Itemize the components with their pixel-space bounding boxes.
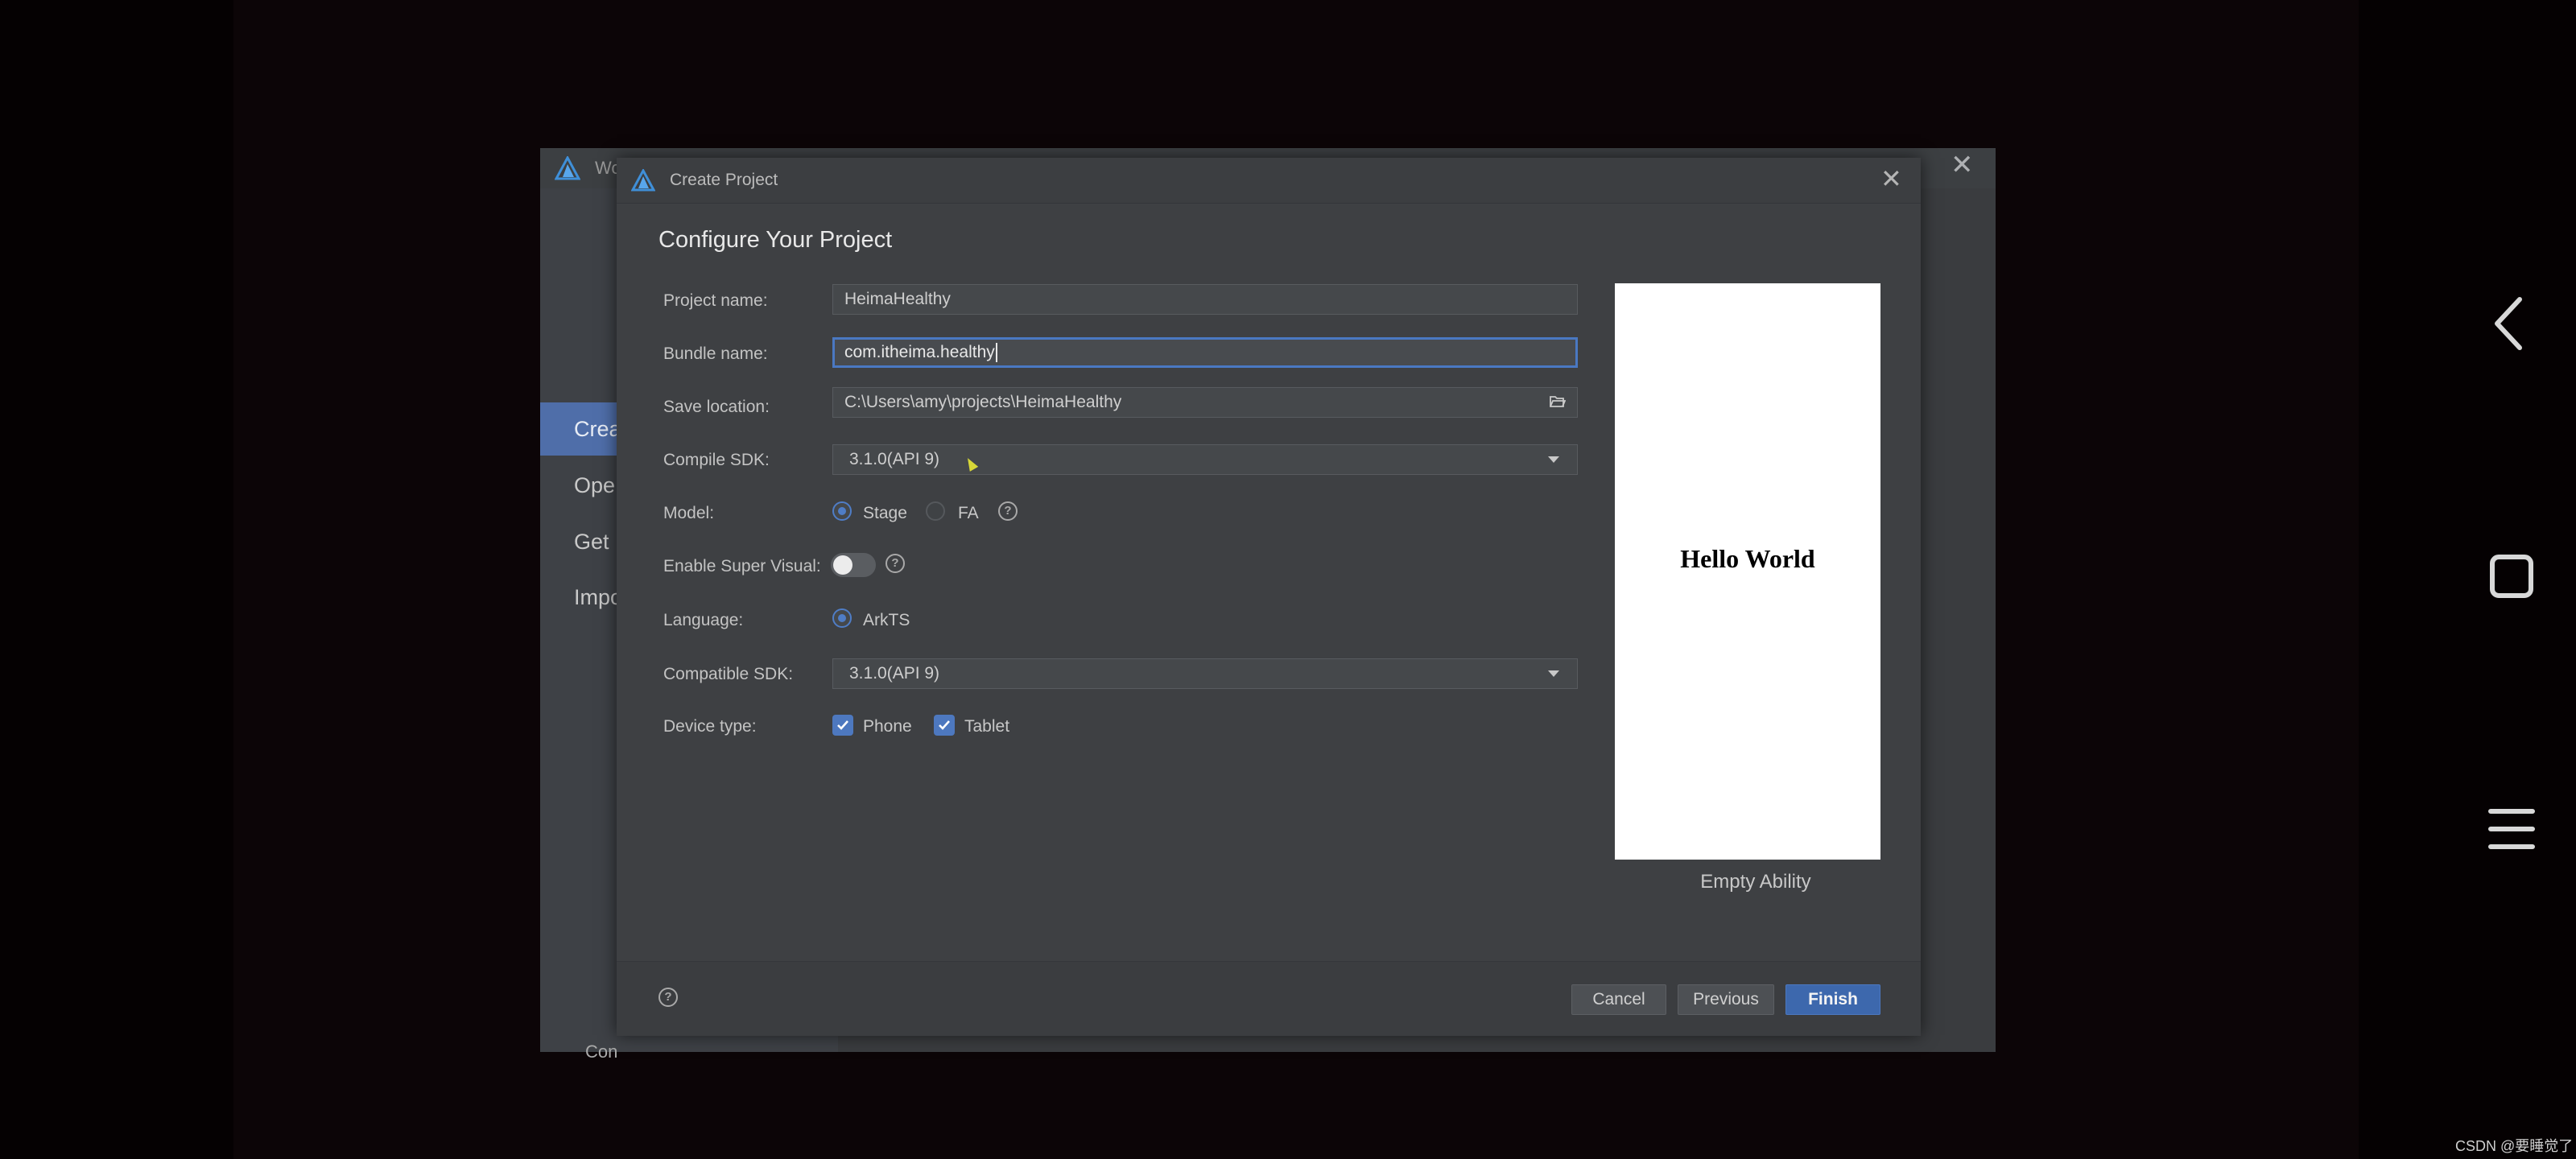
project-name-label: Project name:	[663, 291, 768, 310]
help-icon[interactable]: ?	[658, 988, 678, 1007]
model-option-stage: Stage	[863, 504, 907, 522]
bundle-name-value: com.itheima.healthy	[844, 343, 995, 361]
device-option-phone: Phone	[863, 717, 912, 736]
text-caret	[995, 343, 997, 363]
chevron-down-icon	[1548, 456, 1559, 463]
deveco-logo-icon	[555, 156, 580, 180]
checkmark-icon	[939, 720, 950, 730]
model-radio-stage[interactable]	[832, 501, 852, 521]
create-project-dialog: Create Project ✕ Configure Your Project …	[617, 158, 1921, 1036]
project-name-value: HeimaHealthy	[844, 290, 951, 308]
language-label: Language:	[663, 611, 744, 629]
template-preview: Hello World	[1615, 283, 1880, 860]
watermark: CSDN @要睡觉了	[2455, 1138, 2574, 1154]
save-location-value: C:\Users\amy\projects\HeimaHealthy	[844, 393, 1122, 411]
save-location-field[interactable]: C:\Users\amy\projects\HeimaHealthy	[832, 387, 1578, 418]
back-icon[interactable]	[2479, 291, 2544, 356]
compatible-sdk-value: 3.1.0(API 9)	[849, 664, 940, 683]
save-location-label: Save location:	[663, 398, 770, 416]
compatible-sdk-select[interactable]: 3.1.0(API 9)	[832, 658, 1578, 689]
folder-open-icon[interactable]	[1550, 394, 1566, 409]
welcome-close-icon[interactable]: ✕	[1951, 151, 1974, 179]
compile-sdk-label: Compile SDK:	[663, 451, 770, 469]
dialog-titlebar: Create Project ✕	[617, 158, 1921, 204]
cancel-button[interactable]: Cancel	[1571, 984, 1666, 1015]
dialog-footer: ? Cancel Previous Finish	[617, 961, 1921, 1036]
super-visual-toggle[interactable]	[831, 553, 876, 577]
bundle-name-field[interactable]: com.itheima.healthy	[832, 337, 1578, 368]
compile-sdk-select[interactable]: 3.1.0(API 9)	[832, 444, 1578, 475]
device-type-label: Device type:	[663, 717, 757, 736]
dialog-title: Create Project	[670, 171, 778, 189]
menu-icon[interactable]	[2479, 797, 2544, 861]
chevron-down-icon	[1548, 670, 1559, 677]
checkmark-icon	[837, 720, 848, 730]
preview-hello-world: Hello World	[1680, 544, 1815, 573]
tablet-checkbox[interactable]	[934, 715, 955, 736]
finish-button[interactable]: Finish	[1785, 984, 1880, 1015]
super-visual-label: Enable Super Visual:	[663, 557, 821, 575]
language-radio-arkts[interactable]	[832, 608, 852, 628]
home-icon[interactable]	[2479, 544, 2544, 608]
model-label: Model:	[663, 504, 715, 522]
template-name: Empty Ability	[1700, 871, 1811, 893]
project-name-field[interactable]: HeimaHealthy	[832, 284, 1578, 315]
help-icon[interactable]: ?	[886, 554, 905, 573]
close-icon[interactable]: ✕	[1880, 166, 1902, 192]
page-title: Configure Your Project	[658, 227, 893, 253]
help-icon[interactable]: ?	[998, 501, 1018, 521]
bundle-name-label: Bundle name:	[663, 344, 768, 363]
phone-checkbox[interactable]	[832, 715, 853, 736]
device-option-tablet: Tablet	[964, 717, 1010, 736]
model-radio-fa[interactable]	[926, 501, 945, 521]
model-option-fa: FA	[958, 504, 979, 522]
previous-button[interactable]: Previous	[1678, 984, 1774, 1015]
sidebar-bottom-text[interactable]: Con	[585, 1041, 617, 1062]
compatible-sdk-label: Compatible SDK:	[663, 665, 794, 683]
language-option-arkts: ArkTS	[863, 611, 910, 629]
compile-sdk-value: 3.1.0(API 9)	[849, 450, 940, 468]
deveco-logo-icon	[631, 169, 655, 192]
